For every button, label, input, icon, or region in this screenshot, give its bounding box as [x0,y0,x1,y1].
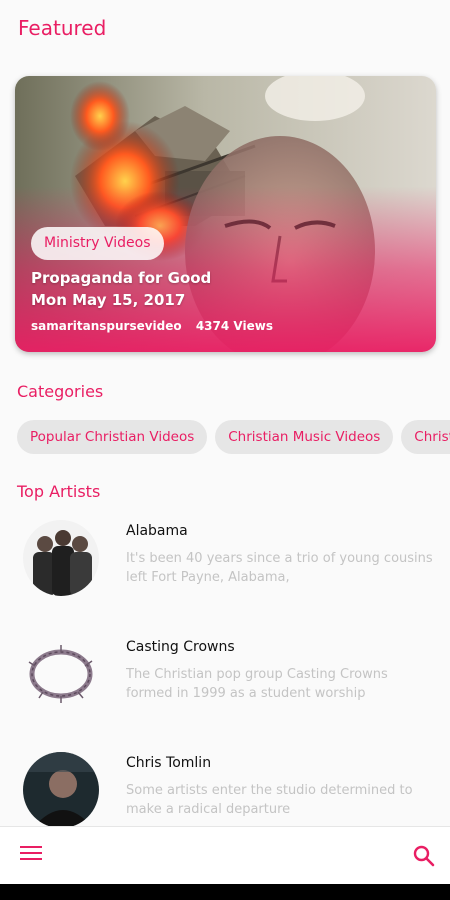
featured-title: Featured [18,16,107,40]
artist-name: Casting Crowns [126,639,235,655]
hamburger-menu-icon[interactable] [20,846,42,864]
artist-description: The Christian pop group Casting Crowns f… [126,667,388,701]
featured-video-date: Mon May 15, 2017 [31,291,186,309]
featured-views: 4374 Views [195,319,273,333]
artist-avatar [23,520,99,596]
featured-category-chip[interactable]: Ministry Videos [31,227,164,260]
artist-name: Alabama [126,523,188,539]
categories-chip-list[interactable]: Popular Christian Videos Christian Music … [17,420,450,454]
featured-video-card[interactable]: Ministry Videos Propaganda for Good Mon … [15,76,436,352]
category-chip[interactable]: Popular Christian Videos [17,420,208,454]
featured-gradient-overlay [15,76,436,352]
artist-description: Some artists enter the studio determined… [126,783,413,817]
featured-video-title: Propaganda for Good [31,269,212,287]
artist-name: Chris Tomlin [126,755,212,771]
featured-channel: samaritanspursevideo [31,319,182,333]
category-chip[interactable]: Christian Music Videos [215,420,394,454]
artist-list-item[interactable]: Chris Tomlin Some artists enter the stud… [23,752,438,832]
system-navigation-bar [0,884,450,900]
artist-description: It's been 40 years since a trio of young… [126,551,433,585]
artist-list-item[interactable]: Casting Crowns The Christian pop group C… [23,636,438,716]
artist-avatar [23,752,99,828]
search-icon[interactable] [411,843,437,869]
category-chip[interactable]: Christian Movies [401,420,450,454]
artist-avatar [23,636,99,712]
bottom-app-bar [0,826,450,884]
top-artists-title: Top Artists [17,482,101,501]
categories-title: Categories [17,382,104,401]
artist-list-item[interactable]: Alabama It's been 40 years since a trio … [23,520,438,600]
featured-video-meta: samaritanspursevideo 4374 Views [31,319,273,333]
